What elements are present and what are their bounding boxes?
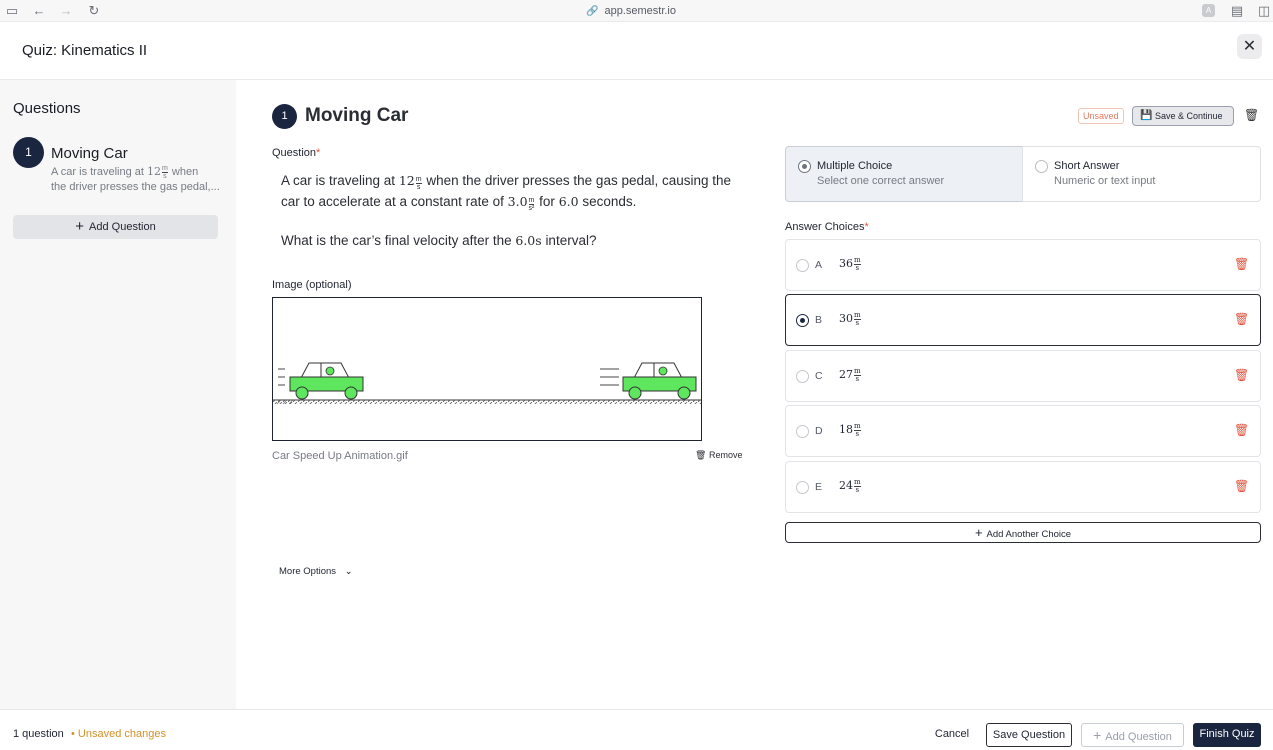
browser-toolbar: ▭ ← → ↻ 🔗 app.semestr.io A ▤ ◫ xyxy=(0,0,1273,22)
answer-choice-c[interactable]: C 27 m s 🗑 xyxy=(785,350,1261,402)
split-view-icon[interactable]: ◫ xyxy=(1256,3,1272,19)
question-image xyxy=(272,297,702,441)
plus-icon: + xyxy=(75,218,85,235)
choice-radio[interactable] xyxy=(796,425,809,438)
plus-icon: + xyxy=(1093,727,1102,743)
choice-radio[interactable] xyxy=(796,259,809,272)
radio-selected xyxy=(798,160,811,173)
type-option-short-answer[interactable]: Short Answer Numeric or text input xyxy=(1022,146,1261,202)
image-filename: Car Speed Up Animation.gif xyxy=(272,450,408,462)
forward-arrow-icon[interactable]: → xyxy=(58,3,74,19)
delete-choice-icon[interactable]: 🗑 xyxy=(1234,368,1249,382)
question-title: Moving Car xyxy=(305,105,409,126)
question-text[interactable]: A car is traveling at 12 m s when the driv… xyxy=(281,170,751,212)
question-number-badge: 1 xyxy=(13,137,44,168)
answer-choice-d[interactable]: D 18 m s 🗑 xyxy=(785,405,1261,457)
sidebar-heading: Questions xyxy=(13,100,81,117)
unsaved-changes-status: • Unsaved changes xyxy=(71,728,166,740)
more-options-toggle[interactable]: More Options ⌄ xyxy=(279,566,353,577)
back-arrow-icon[interactable]: ← xyxy=(31,3,47,19)
question-label: Question* xyxy=(272,147,321,159)
answer-choice-e[interactable]: E 24 m s 🗑 xyxy=(785,461,1261,513)
footer-bar: 1 question • Unsaved changes Cancel Save… xyxy=(0,709,1273,750)
sidebar-question-preview: A car is traveling at 12 m s when the driv… xyxy=(51,165,220,193)
reader-icon[interactable]: ▤ xyxy=(1229,3,1245,19)
save-disk-icon: 💾 xyxy=(1140,110,1153,121)
delete-choice-icon[interactable]: 🗑 xyxy=(1234,257,1249,271)
questions-sidebar: Questions 1 Moving Car A car is travelin… xyxy=(0,80,236,709)
car-right xyxy=(600,362,697,400)
image-label: Image (optional) xyxy=(272,279,352,291)
delete-choice-icon[interactable]: 🗑 xyxy=(1234,423,1249,437)
cancel-button[interactable]: Cancel xyxy=(926,723,978,747)
car-left xyxy=(278,362,364,400)
question-count: 1 question xyxy=(13,728,64,740)
car-animation-image xyxy=(273,362,701,405)
close-button[interactable]: ✕ xyxy=(1237,34,1262,59)
add-choice-button[interactable]: + Add Another Choice xyxy=(785,522,1261,543)
url-text: app.semestr.io xyxy=(604,5,676,17)
quiz-title: Quiz: Kinematics II xyxy=(22,42,148,59)
choice-radio[interactable] xyxy=(796,481,809,494)
answer-choices-label: Answer Choices* xyxy=(785,221,869,233)
delete-choice-icon[interactable]: 🗑 xyxy=(1234,312,1249,326)
close-icon: ✕ xyxy=(1242,38,1257,55)
link-icon: 🔗 xyxy=(586,6,599,17)
answer-choice-a[interactable]: A 36 m s 🗑 xyxy=(785,239,1261,291)
choice-radio[interactable] xyxy=(796,370,809,383)
reload-icon[interactable]: ↻ xyxy=(86,3,102,19)
finish-quiz-button[interactable]: Finish Quiz xyxy=(1193,723,1261,747)
add-question-button[interactable]: + Add Question xyxy=(1081,723,1184,747)
save-question-button[interactable]: Save Question xyxy=(986,723,1072,747)
radio-unselected xyxy=(1035,160,1048,173)
type-option-multiple-choice[interactable]: Multiple Choice Select one correct answe… xyxy=(785,146,1023,202)
question-editor: 1 Moving Car Unsaved 💾 Save & Continue 🗑 … xyxy=(236,80,1273,709)
remove-image-button[interactable]: 🗑 Remove xyxy=(695,450,742,461)
sidebar-toggle-icon[interactable]: ▭ xyxy=(4,3,20,19)
extension-icon[interactable]: A xyxy=(1202,4,1215,17)
question-number-badge: 1 xyxy=(272,104,297,129)
sidebar-question-title: Moving Car xyxy=(51,145,128,162)
sidebar-add-question-button[interactable]: + Add Question xyxy=(13,215,218,239)
unsaved-badge: Unsaved xyxy=(1078,108,1124,124)
delete-choice-icon[interactable]: 🗑 xyxy=(1234,479,1249,493)
plus-icon: + xyxy=(974,525,983,540)
trash-icon: 🗑 xyxy=(695,450,707,460)
chevron-down-icon: ⌄ xyxy=(344,566,353,577)
address-bar[interactable]: 🔗 app.semestr.io xyxy=(586,3,676,19)
choice-radio[interactable] xyxy=(796,314,809,327)
delete-question-icon[interactable]: 🗑 xyxy=(1244,108,1259,122)
save-continue-button[interactable]: 💾 Save & Continue xyxy=(1132,106,1234,126)
question-text-line2[interactable]: What is the car’s final velocity after t… xyxy=(281,233,596,248)
app-header: Quiz: Kinematics II ✕ xyxy=(0,22,1273,80)
answer-choice-b[interactable]: B 30 m s 🗑 xyxy=(785,294,1261,346)
